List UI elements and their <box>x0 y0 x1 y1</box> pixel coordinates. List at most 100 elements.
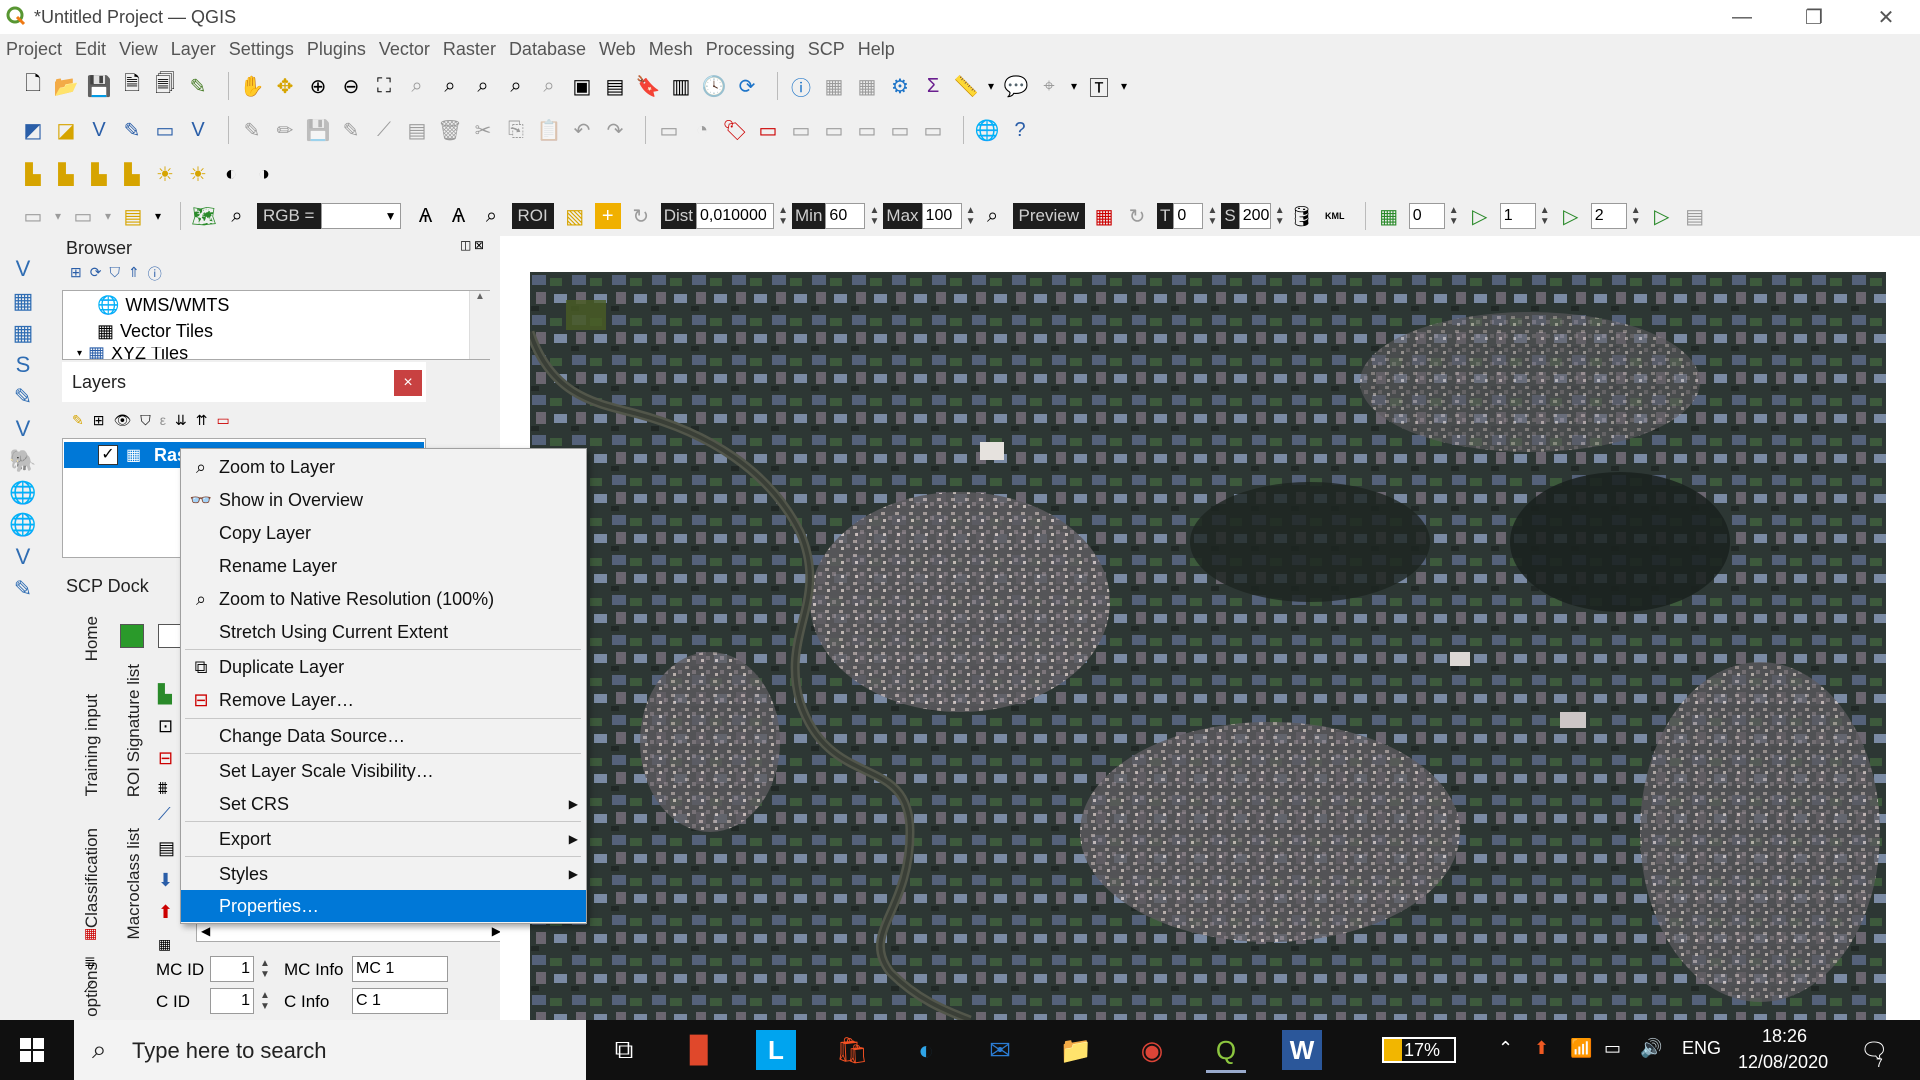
new-print-layout-icon[interactable]: 🗎 <box>119 73 145 99</box>
export-signature-icon[interactable]: ⬆ <box>158 902 173 923</box>
close-panel-icon[interactable]: ⊠ <box>474 238 484 252</box>
tree-item-wms[interactable]: 🌐 WMS/WMTS <box>97 295 229 316</box>
rotate-label-icon[interactable]: ▭ <box>887 117 913 143</box>
add-wfs-icon[interactable]: 🌐 <box>9 480 36 506</box>
add-vector-icon[interactable]: V <box>10 256 36 282</box>
band-step-icon[interactable]: ▷ <box>1558 203 1584 229</box>
menu-item-zoom-native[interactable]: ⌕ Zoom to Native Resolution (100%) <box>181 583 586 615</box>
zoom-next-icon[interactable]: ⌕ <box>536 73 562 99</box>
remove-layer-icon[interactable]: ▭ <box>216 412 229 429</box>
band-settings-icon[interactable]: ▤ <box>1682 203 1708 229</box>
current-edits-icon[interactable]: ✎ <box>239 117 265 143</box>
open-training-input-icon[interactable] <box>158 624 182 648</box>
layer-styling-icon[interactable]: ✎ <box>72 412 84 429</box>
help-icon[interactable]: ? <box>1007 117 1033 143</box>
add-wcs-icon[interactable]: 🌐 <box>9 512 36 538</box>
zoom-input-image-icon[interactable]: 🗺 <box>191 203 217 229</box>
zoom-layer-icon[interactable]: ⌕ <box>437 73 463 99</box>
menu-database[interactable]: Database <box>509 39 586 60</box>
s-stepper[interactable]: ▲ ▼ <box>1271 203 1289 229</box>
statistical-summary-icon[interactable]: Σ <box>920 73 946 99</box>
menu-item-export[interactable]: Export ▶ <box>181 823 586 855</box>
horizontal-scrollbar[interactable]: ◀ ▶ <box>196 922 506 942</box>
contrast-increase-icon[interactable]: ◐ <box>218 161 244 187</box>
band2-input[interactable]: 1 <box>1499 203 1536 229</box>
menu-item-remove-layer[interactable]: ⊟ Remove Layer… <box>181 684 586 716</box>
show-hide-input-image-icon[interactable]: ⌕ <box>224 203 250 229</box>
language-indicator[interactable]: ENG <box>1682 1038 1721 1059</box>
dist-input[interactable]: 0,010000 <box>696 203 775 229</box>
change-label-icon[interactable]: ▭ <box>920 117 946 143</box>
menu-item-set-crs[interactable]: Set CRS ▶ <box>181 788 586 820</box>
menu-item-rename-layer[interactable]: Rename Layer <box>181 550 586 582</box>
zoom-full-icon[interactable]: ⛶ <box>371 73 397 99</box>
task-view-icon[interactable]: ⧉ <box>604 1030 644 1070</box>
add-virtual-icon[interactable]: V <box>10 416 36 442</box>
scp-tools-dropdown-icon[interactable]: ▾ <box>153 203 163 229</box>
filter-expression-icon[interactable]: ε <box>160 412 166 429</box>
annotation-dropdown-icon[interactable]: ▾ <box>1119 73 1129 99</box>
mail-app-icon[interactable]: ✉ <box>980 1030 1020 1070</box>
qgis-taskbar-icon[interactable]: Q <box>1206 1030 1246 1073</box>
pan-icon[interactable]: ✋ <box>239 73 265 99</box>
show-hidden-icons-icon[interactable]: ⌃ <box>1498 1038 1513 1059</box>
scp-tools-icon[interactable]: ▤ <box>120 203 146 229</box>
max-input[interactable]: 100 <box>921 203 962 229</box>
zoom-in-icon[interactable]: ⊕ <box>305 73 331 99</box>
select-feature-icon[interactable]: ⌖ <box>1036 73 1062 99</box>
minimize-button[interactable]: — <box>1714 0 1770 34</box>
add-raster-icon[interactable]: ▦ <box>10 288 36 314</box>
update-icon[interactable]: ⬆ <box>1534 1038 1549 1059</box>
paste-features-icon[interactable]: 📋 <box>536 117 562 143</box>
menu-view[interactable]: View <box>119 39 158 60</box>
add-spatialite-icon[interactable]: Ѕ <box>10 352 36 378</box>
histogram-cumulative-icon[interactable]: ▙ <box>119 161 145 187</box>
activate-roi-pointer-icon[interactable]: + <box>594 203 621 229</box>
style-manager-icon[interactable]: ✎ <box>185 73 211 99</box>
pan-to-selection-icon[interactable]: ✥ <box>272 73 298 99</box>
chrome-browser-icon[interactable]: ◉ <box>1132 1030 1172 1070</box>
show-hide-labels-icon[interactable]: ▭ <box>821 117 847 143</box>
layer-visibility-checkbox[interactable]: ✓ <box>98 445 118 465</box>
band2-stepper[interactable]: ▲ ▼ <box>1536 203 1554 229</box>
save-project-icon[interactable]: 💾 <box>86 73 112 99</box>
metasearch-icon[interactable]: 🌐 <box>974 117 1000 143</box>
store-app-icon[interactable]: 🛍 <box>832 1030 872 1070</box>
vertex-tool-icon[interactable]: ⟋ <box>371 117 397 143</box>
zoom-last-icon[interactable]: ⌕ <box>503 73 529 99</box>
measure-dropdown-icon[interactable]: ▾ <box>986 73 996 99</box>
label-icon[interactable]: ▭ <box>656 117 682 143</box>
diagram-icon[interactable]: ◔ <box>689 117 715 143</box>
menu-item-zoom-to-layer[interactable]: ⌕ Zoom to Layer <box>181 451 586 483</box>
min-input[interactable]: 60 <box>825 203 866 229</box>
add-group-icon[interactable]: ⊞ <box>93 412 105 429</box>
zoom-selection-icon[interactable]: ⌕ <box>404 73 430 99</box>
layout-manager-icon[interactable]: 🗐 <box>152 73 178 99</box>
signature-plot-icon[interactable]: ▙ <box>158 684 172 705</box>
field-calculator-icon[interactable]: ▦ <box>854 73 880 99</box>
local-cumulative-stretch-icon[interactable]: Ѧ <box>413 203 439 229</box>
mc-info-input[interactable]: MC 1 <box>352 956 448 982</box>
notifications-icon[interactable]: 🗨 <box>1860 1038 1888 1064</box>
preview-label[interactable]: Preview <box>1012 203 1086 229</box>
tab-roi-signature-list[interactable]: ROI Signature list <box>124 664 144 797</box>
text-annotation-icon[interactable]: 🅃 <box>1086 73 1112 100</box>
band-set-table-icon[interactable]: ▦ <box>1376 203 1402 229</box>
c-id-input[interactable]: 1 <box>210 988 254 1014</box>
rgb-select[interactable]: ▼ <box>320 203 401 229</box>
filter-icon[interactable]: ⛉ <box>109 264 120 284</box>
histogram-icon[interactable]: ▙ <box>20 161 46 187</box>
add-raster-layer-icon[interactable]: ◩ <box>20 117 46 143</box>
restore-button[interactable]: ❐ <box>1786 0 1842 34</box>
tab-macroclass-list[interactable]: Macroclass list <box>124 828 144 939</box>
scatter-plot-icon[interactable]: ⊡ <box>158 716 173 737</box>
contrast-decrease-icon[interactable]: ◑ <box>251 161 277 187</box>
dist-stepper[interactable]: ▲ ▼ <box>774 203 792 229</box>
pin-labels-icon[interactable]: ▭ <box>788 117 814 143</box>
menu-item-copy-layer[interactable]: Copy Layer <box>181 517 586 549</box>
measure-icon[interactable]: 📏 <box>953 73 979 99</box>
tab-classification[interactable]: Classification <box>82 828 102 928</box>
delete-selected-icon[interactable]: 🗑 <box>437 117 463 143</box>
modify-attributes-icon[interactable]: ▤ <box>404 117 430 143</box>
menu-web[interactable]: Web <box>599 39 636 60</box>
